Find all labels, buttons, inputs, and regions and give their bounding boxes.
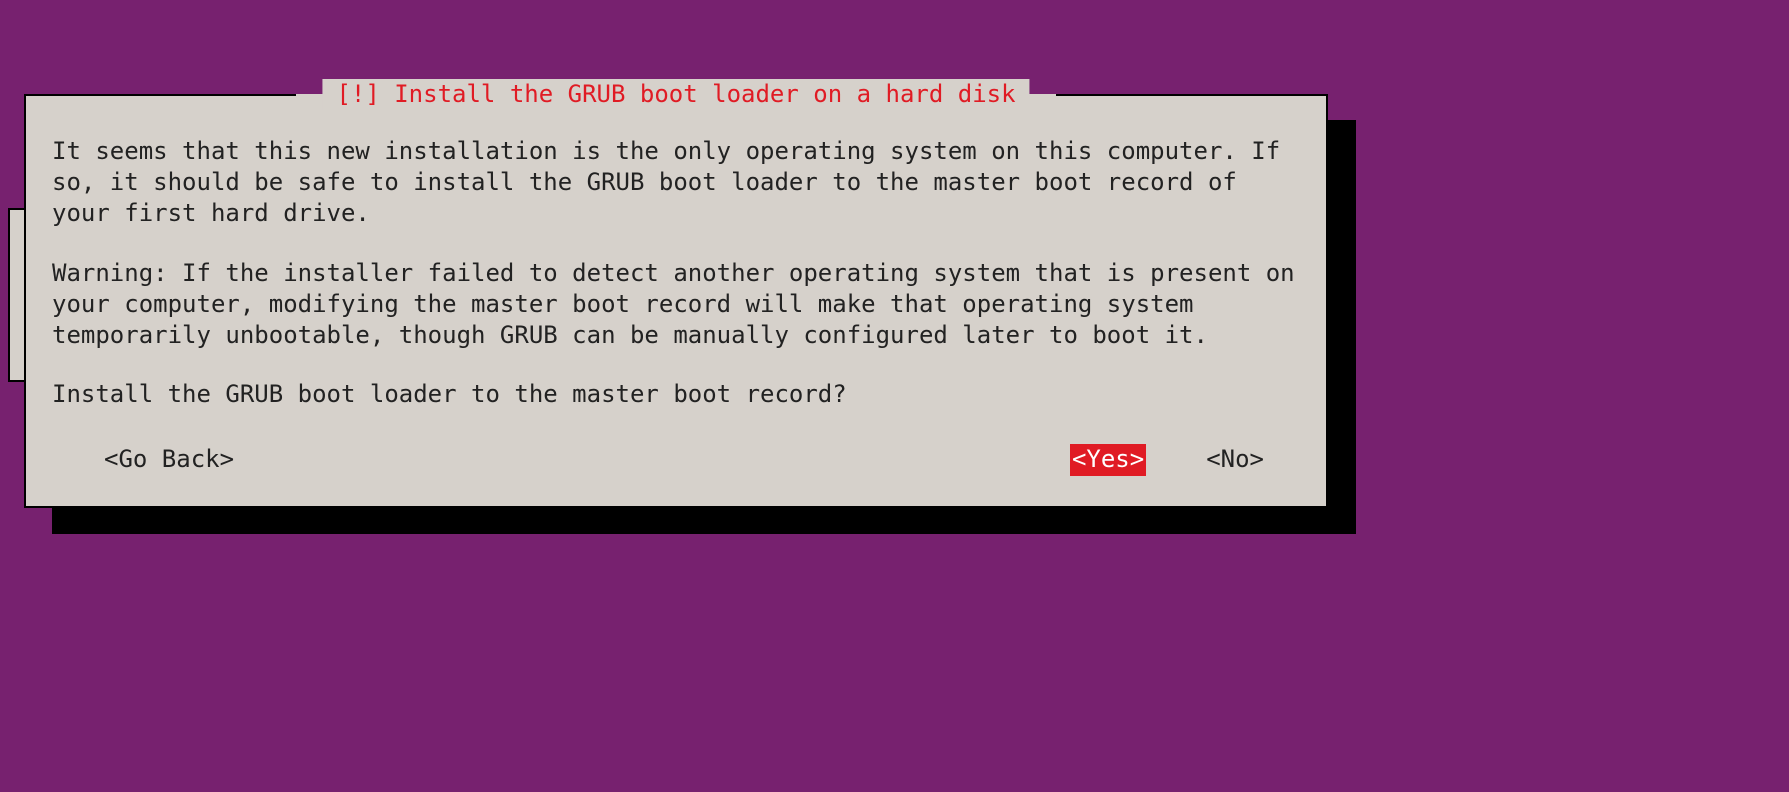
dialog-paragraph-1: It seems that this new installation is t… [52,136,1300,230]
dialog-button-row: <Go Back> <Yes> <No> [52,444,1300,475]
dialog-frame: [!] Install the GRUB boot loader on a ha… [24,94,1328,508]
go-back-button[interactable]: <Go Back> [104,444,234,475]
dialog-body: It seems that this new installation is t… [52,136,1300,410]
dialog-paragraph-3: Install the GRUB boot loader to the mast… [52,379,1300,410]
no-button[interactable]: <No> [1206,444,1264,475]
dialog-title: [!] Install the GRUB boot loader on a ha… [322,79,1029,110]
grub-install-dialog: [!] Install the GRUB boot loader on a ha… [24,94,1328,508]
yes-button[interactable]: <Yes> [1070,444,1146,475]
dialog-paragraph-2: Warning: If the installer failed to dete… [52,258,1300,352]
